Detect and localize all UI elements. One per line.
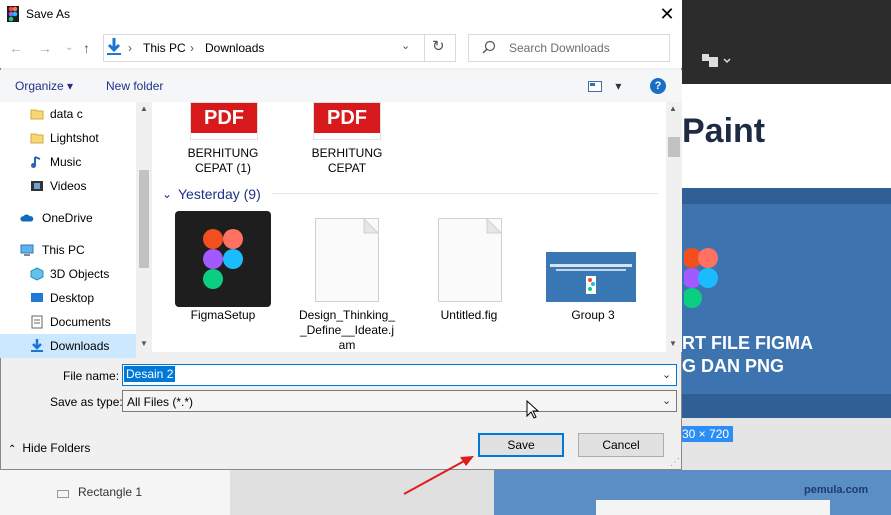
pdf-icon[interactable]: PDF [313,102,381,140]
file-name[interactable]: BERHITUNG CEPAT (1) [168,146,278,176]
pdf-badge: PDF [191,103,257,133]
group-collapse-icon[interactable]: ⌄ [162,187,172,201]
image-thumbnail-icon[interactable] [546,252,636,302]
banner-text-line2: G DAN PNG [682,356,785,376]
component-icon[interactable] [702,52,732,73]
nav-item-this-pc[interactable]: This PC [0,238,136,262]
breadcrumb-separator: › [128,41,132,55]
command-bar [0,70,682,102]
save-button[interactable]: Save [478,433,564,457]
cancel-button[interactable]: Cancel [578,433,664,457]
nav-item-label: Music [50,155,82,169]
save-type-value[interactable]: All Files (*.*) [127,395,193,409]
nav-item-lightshot[interactable]: Lightshot [0,126,136,150]
document-icon[interactable] [315,218,379,302]
close-button[interactable]: ✕ [652,0,682,28]
file-name-label: File name: [63,369,120,383]
watermark-text: pemula.com [804,484,869,496]
hide-folders-button[interactable]: ⌃ Hide Folders [8,441,90,455]
file-name[interactable]: BERHITUNG CEPAT [292,146,402,176]
figma-app-icon [7,6,19,25]
downloads-folder-icon [106,38,122,59]
nav-item-label: Downloads [50,339,110,353]
nav-item-music[interactable]: Music [0,150,136,174]
scroll-up-icon[interactable]: ▲ [140,104,148,113]
nav-item-data-c[interactable]: data c [0,102,136,126]
save-type-dropdown-icon[interactable]: ⌄ [662,394,671,407]
nav-item-label: Documents [50,315,111,329]
hide-folders-label: Hide Folders [22,441,91,455]
breadcrumb-separator[interactable]: › [190,41,194,55]
nav-item-label: Lightshot [50,131,99,145]
nav-item-documents[interactable]: Documents [0,310,136,334]
nav-item-label: This PC [42,243,85,257]
pdf-icon[interactable]: PDF [190,102,258,140]
mouse-cursor-icon [526,399,540,423]
save-type-select[interactable] [122,390,677,412]
nav-item-label: Videos [50,179,87,193]
search-icon [482,40,496,57]
new-folder-button[interactable]: New folder [106,79,163,93]
nav-item-downloads[interactable]: Downloads [0,334,136,358]
view-dropdown-icon[interactable]: ▾ [615,79,621,93]
dialog-titlebar [0,0,682,30]
resize-grip-icon[interactable]: ⋰ [670,457,680,468]
save-type-label: Save as type: [50,395,123,409]
file-name[interactable]: Untitled.fig [414,308,524,323]
group-header[interactable]: Yesterday (9) [178,186,261,202]
nav-item-label: data c [50,107,83,121]
nav-item-label: OneDrive [42,211,93,225]
nav-item-label: 3D Objects [50,267,110,281]
figma-topbar [682,0,891,36]
chevron-up-icon: ⌃ [8,444,17,455]
up-arrow-icon[interactable]: ↑ [83,40,90,56]
banner-text-line1: RT FILE FIGMA [682,333,813,353]
nav-item-3d-objects[interactable]: 3D Objects [0,262,136,286]
canvas-heading-text: Paint [682,112,766,150]
scroll-down-icon[interactable]: ▼ [140,339,148,348]
group-divider [272,193,658,194]
back-arrow-icon[interactable]: ← [9,40,23,56]
figma-logo-icon [682,248,720,315]
address-dropdown-icon[interactable]: ⌄ [401,39,410,52]
layer-item[interactable]: Rectangle 1 [78,485,142,499]
nav-item-desktop[interactable]: Desktop [0,286,136,310]
file-name[interactable]: Group 3 [538,308,648,323]
recent-locations-icon[interactable]: ⌄ [65,42,73,53]
annotation-arrow-icon [400,452,480,501]
file-name[interactable]: Design_Thinking_ _Define__Ideate.j am [292,308,402,353]
dimension-badge: 30 × 720 [678,426,734,442]
address-divider [424,35,425,61]
dialog-title: Save As [26,7,71,21]
organize-button[interactable]: Organize ▾ [15,79,73,93]
file-name-dropdown-icon[interactable]: ⌄ [662,368,671,381]
figma-setup-icon[interactable] [175,211,271,307]
file-name-input[interactable] [122,364,677,386]
document-icon[interactable] [438,218,502,302]
file-name[interactable]: FigmaSetup [168,308,278,323]
file-list-scroll-thumb[interactable] [668,137,680,157]
change-view-button[interactable]: ▾ [588,79,621,93]
file-name-value[interactable]: Desain 2 [124,366,176,382]
help-button[interactable]: ? [650,78,666,94]
breadcrumb-this-pc[interactable]: This PC [143,41,186,55]
refresh-icon[interactable]: ↻ [432,37,445,55]
rectangle-icon [57,490,69,498]
nav-pane-scroll-thumb[interactable] [139,170,149,268]
nav-item-videos[interactable]: Videos [0,174,136,198]
breadcrumb-downloads[interactable]: Downloads [205,41,264,55]
forward-arrow-icon[interactable]: → [38,40,52,56]
search-input[interactable]: Search Downloads [509,41,610,55]
nav-item-onedrive[interactable]: OneDrive [0,206,136,230]
nav-item-label: Desktop [50,291,95,305]
pdf-badge: PDF [314,103,380,133]
scroll-up-icon[interactable]: ▲ [669,104,677,113]
canvas-bottom-image [596,500,830,515]
scroll-down-icon[interactable]: ▼ [669,339,677,348]
